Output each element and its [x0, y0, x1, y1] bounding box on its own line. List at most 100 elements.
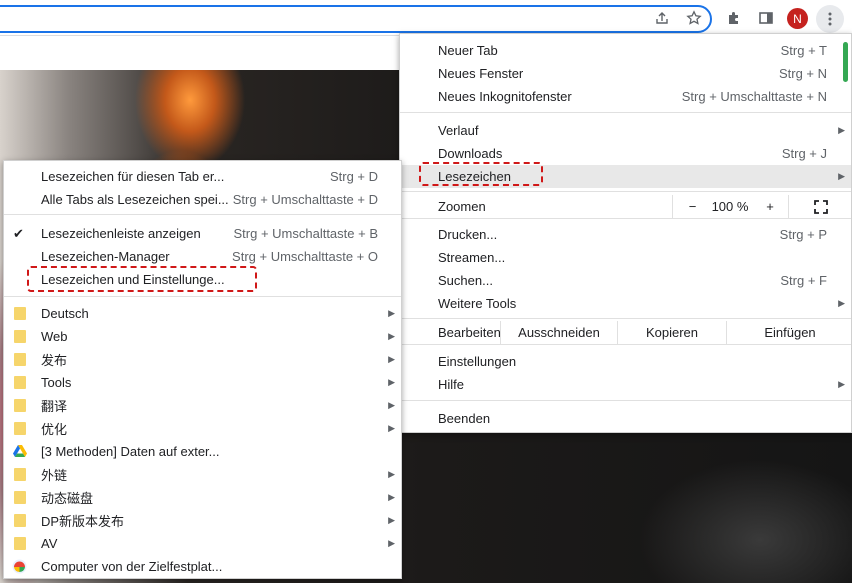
folder-icon — [14, 353, 26, 366]
menu-item-find[interactable]: Suchen... Strg + F — [400, 269, 851, 292]
chevron-right-icon: ▶ — [388, 377, 395, 387]
menu-item-new-incognito[interactable]: Neues Inkognitofenster Strg + Umschaltta… — [400, 85, 851, 108]
menu-divider — [4, 296, 401, 297]
cut-label: Ausschneiden — [518, 325, 600, 340]
avatar-letter: N — [793, 11, 802, 26]
site-favicon-icon — [12, 559, 27, 577]
copy-button[interactable]: Kopieren — [617, 321, 726, 344]
folder-icon — [14, 491, 26, 504]
menu-item-label: Weitere Tools — [438, 296, 517, 311]
menu-divider — [4, 214, 401, 215]
menu-item-help[interactable]: Hilfe ▶ — [400, 373, 851, 396]
menu-item-shortcut: Strg + J — [781, 146, 827, 161]
menu-item-new-tab[interactable]: Neuer Tab Strg + T — [400, 39, 851, 62]
menu-item-label: Alle Tabs als Lesezeichen spei... — [41, 192, 229, 207]
bookmark-folder[interactable]: Tools ▶ — [4, 371, 401, 394]
bookmark-folder[interactable]: 优化 ▶ — [4, 417, 401, 440]
menu-divider — [400, 400, 851, 401]
menu-item-label: Verlauf — [438, 123, 479, 138]
bookmark-folder[interactable]: 动态磁盘 ▶ — [4, 486, 401, 509]
menu-item-shortcut: Strg + F — [780, 273, 827, 288]
menu-item-shortcut: Strg + P — [779, 227, 827, 242]
chevron-right-icon: ▶ — [388, 515, 395, 525]
browser-toolbar: N — [0, 0, 852, 36]
zoom-in-button[interactable]: + — [752, 195, 788, 218]
folder-label: AV — [41, 536, 58, 551]
chevron-right-icon: ▶ — [388, 354, 395, 364]
bookmark-folder[interactable]: 发布 ▶ — [4, 348, 401, 371]
folder-label: 翻译 — [41, 399, 68, 414]
menu-divider — [400, 218, 851, 219]
menu-item-shortcut: Strg + D — [329, 169, 378, 184]
zoom-plus-label: + — [766, 199, 774, 214]
zoom-level: 100 % — [708, 195, 752, 218]
checkmark-icon: ✔ — [13, 225, 24, 241]
folder-label: Deutsch — [41, 306, 89, 321]
menu-item-label: Einstellungen — [438, 354, 517, 369]
menu-divider — [400, 318, 851, 319]
folder-icon — [14, 330, 26, 343]
zoom-out-button[interactable]: − — [672, 195, 712, 218]
bookmark-label: Computer von der Zielfestplat... — [41, 559, 223, 574]
puzzle-icon[interactable] — [724, 8, 744, 28]
cut-button[interactable]: Ausschneiden — [500, 321, 617, 344]
menu-divider — [400, 191, 851, 192]
menu-item-label: Drucken... — [438, 227, 498, 242]
folder-icon — [14, 422, 26, 435]
menu-item-label: Lesezeichenleiste anzeigen — [41, 226, 201, 241]
address-bar[interactable] — [0, 5, 712, 33]
menu-item-label: Neuer Tab — [438, 43, 498, 58]
menu-item-new-window[interactable]: Neues Fenster Strg + N — [400, 62, 851, 85]
menu-item-label: Streamen... — [438, 250, 506, 265]
menu-item-shortcut: Strg + Umschalttaste + O — [232, 249, 378, 264]
bookmark-folder[interactable]: 翻译 ▶ — [4, 394, 401, 417]
chevron-right-icon: ▶ — [388, 469, 395, 479]
menu-item-label: Bearbeiten — [438, 325, 501, 340]
menu-item-more-tools[interactable]: Weitere Tools ▶ — [400, 292, 851, 315]
menu-item-label: Zoomen — [438, 199, 486, 214]
menu-item-exit[interactable]: Beenden — [400, 407, 851, 430]
zoom-level-value: 100 % — [711, 199, 749, 214]
folder-label: 外链 — [41, 468, 68, 483]
bookmark-folder[interactable]: DP新版本发布 ▶ — [4, 509, 401, 532]
bookmark-all-tabs[interactable]: Alle Tabs als Lesezeichen spei... Strg +… — [4, 188, 401, 211]
folder-label: 动态磁盘 — [41, 491, 94, 506]
chevron-right-icon: ▶ — [838, 125, 845, 135]
bookmark-folder[interactable]: 外链 ▶ — [4, 463, 401, 486]
google-drive-icon — [13, 445, 27, 461]
menu-item-label: Beenden — [438, 411, 491, 426]
menu-item-print[interactable]: Drucken... Strg + P — [400, 223, 851, 246]
chevron-right-icon: ▶ — [838, 379, 845, 389]
chevron-right-icon: ▶ — [388, 331, 395, 341]
show-bookmarks-bar[interactable]: ✔ Lesezeichenleiste anzeigen Strg + Umsc… — [4, 222, 401, 245]
highlight-lesezeichen — [419, 162, 543, 186]
bookmark-manager[interactable]: Lesezeichen-Manager Strg + Umschalttaste… — [4, 245, 401, 268]
share-icon[interactable] — [652, 8, 672, 28]
bookmark-folder[interactable]: AV ▶ — [4, 532, 401, 555]
folder-icon — [14, 514, 26, 527]
bookmark-link[interactable]: [3 Methoden] Daten auf exter... — [4, 440, 401, 463]
menu-item-label: Hilfe — [438, 377, 465, 392]
profile-avatar[interactable]: N — [787, 8, 808, 29]
paste-button[interactable]: Einfügen — [726, 321, 852, 344]
bookmark-link[interactable]: Computer von der Zielfestplat... — [4, 555, 401, 578]
menu-item-zoom: Zoomen − 100 % + — [400, 195, 851, 218]
fullscreen-icon[interactable] — [788, 195, 852, 218]
chevron-right-icon: ▶ — [388, 492, 395, 502]
chrome-main-menu: Neuer Tab Strg + T Neues Fenster Strg + … — [399, 33, 852, 433]
bookmark-label: [3 Methoden] Daten auf exter... — [41, 444, 220, 459]
menu-item-settings[interactable]: Einstellungen — [400, 350, 851, 373]
bookmark-this-tab[interactable]: Lesezeichen für diesen Tab er... Strg + … — [4, 165, 401, 188]
menu-item-label: Lesezeichen-Manager — [41, 249, 170, 264]
bookmark-folder[interactable]: Deutsch ▶ — [4, 302, 401, 325]
menu-item-history[interactable]: Verlauf ▶ — [400, 119, 851, 142]
folder-icon — [14, 468, 26, 481]
menu-item-shortcut: Strg + Umschalttaste + D — [232, 192, 378, 207]
side-panel-icon[interactable] — [756, 8, 776, 28]
menu-item-cast[interactable]: Streamen... — [400, 246, 851, 269]
bookmark-folder[interactable]: Web ▶ — [4, 325, 401, 348]
kebab-icon[interactable] — [816, 5, 844, 33]
chevron-right-icon: ▶ — [388, 423, 395, 433]
menu-item-edit: Bearbeiten Ausschneiden Kopieren Einfüge… — [400, 321, 851, 344]
star-icon[interactable] — [684, 8, 704, 28]
